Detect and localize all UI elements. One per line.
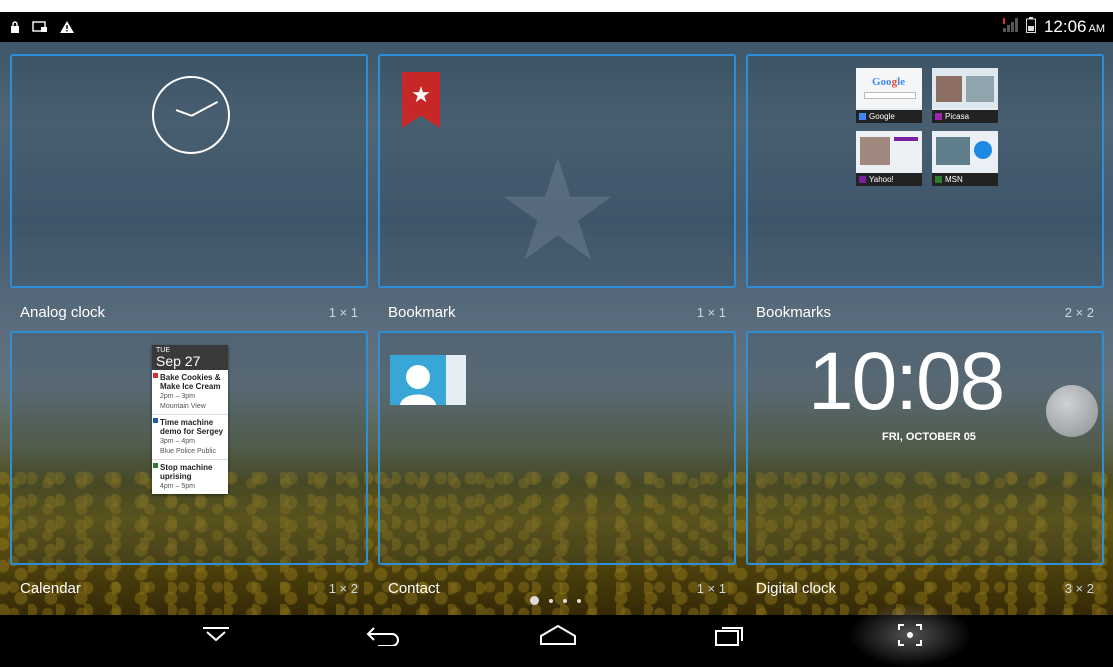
widget-name: Analog clock: [20, 303, 106, 321]
screenshot-capture-icon[interactable]: [880, 615, 940, 655]
widget-caption: Bookmarks 2 × 2: [746, 301, 1104, 323]
widget-name: Calendar: [20, 579, 81, 597]
page-indicator: [530, 596, 581, 605]
screenshot-icon: [32, 21, 48, 33]
home-icon[interactable]: [528, 615, 588, 655]
status-bar: 12:06 AM: [0, 12, 1113, 42]
widget-size: 1 × 1: [328, 304, 358, 320]
widget-analog-clock-preview[interactable]: [10, 54, 368, 288]
widget-contact-preview[interactable]: [378, 331, 736, 565]
recent-apps-icon[interactable]: [700, 615, 760, 655]
widget-calendar-preview[interactable]: TUE Sep 27 Bake Cookies & Make Ice Cream…: [10, 331, 368, 565]
top-frame: [0, 0, 1113, 12]
bookmark-thumbnail: Picasa: [932, 68, 998, 123]
bookmark-thumbnail: MSN: [932, 131, 998, 186]
page-dot-active: [530, 596, 539, 605]
widget-name: Contact: [388, 579, 440, 597]
hide-keyboard-icon[interactable]: [186, 615, 246, 655]
widget-bookmark-preview[interactable]: ★ ★: [378, 54, 736, 288]
digital-clock-date: FRI, OCTOBER 05: [882, 431, 976, 443]
widget-caption: Bookmark 1 × 1: [378, 301, 736, 323]
calendar-event: Bake Cookies & Make Ice Cream 2pm – 3pm …: [152, 370, 228, 415]
battery-icon: [1025, 16, 1036, 38]
page-dot: [577, 598, 581, 603]
widget-size: 1 × 1: [696, 304, 726, 320]
calendar-event: Stop machine uprising 4pm – 5pm: [152, 460, 228, 494]
widget-name: Bookmark: [388, 303, 456, 321]
bookmark-thumbnail: Google Google: [856, 68, 922, 123]
widget-name: Bookmarks: [756, 303, 832, 321]
drag-handle-icon[interactable]: [1046, 385, 1098, 437]
widget-caption: Digital clock 3 × 2: [746, 577, 1104, 599]
calendar-event: Time machine demo for Sergey 3pm – 4pm B…: [152, 415, 228, 460]
digital-clock-time: 10:08: [808, 336, 1005, 427]
widget-name: Digital clock: [756, 579, 837, 597]
navigation-bar: [0, 603, 1113, 667]
bookmark-ribbon-icon: ★: [402, 72, 440, 128]
widget-size: 2 × 2: [1064, 304, 1094, 320]
star-watermark-icon: ★: [495, 132, 621, 289]
bookmark-thumbnail: Yahoo!: [856, 131, 922, 186]
widget-caption: Calendar 1 × 2: [10, 577, 368, 599]
page-dot: [563, 598, 567, 603]
widget-size: 1 × 2: [328, 580, 358, 596]
widget-size: 3 × 2: [1064, 580, 1094, 596]
bookmark-thumbnails: Google Google Picasa Yahoo! MSN: [856, 68, 1000, 186]
calendar-card: TUE Sep 27 Bake Cookies & Make Ice Cream…: [152, 345, 228, 494]
widget-bookmarks-preview[interactable]: Google Google Picasa Yahoo! MSN: [746, 54, 1104, 288]
widget-size: 1 × 1: [696, 580, 726, 596]
analog-clock-icon: [152, 76, 230, 154]
widget-digital-clock-preview[interactable]: 10:08 FRI, OCTOBER 05: [746, 331, 1104, 565]
widget-caption: Analog clock 1 × 1: [10, 301, 368, 323]
back-icon[interactable]: [354, 615, 414, 655]
signal-icon: [1002, 17, 1018, 37]
clock-time: 12:06 AM: [1043, 17, 1105, 36]
contact-card-icon: [390, 355, 468, 405]
lock-icon: [10, 21, 20, 33]
page-dot: [549, 598, 553, 603]
warning-icon: [60, 21, 74, 33]
